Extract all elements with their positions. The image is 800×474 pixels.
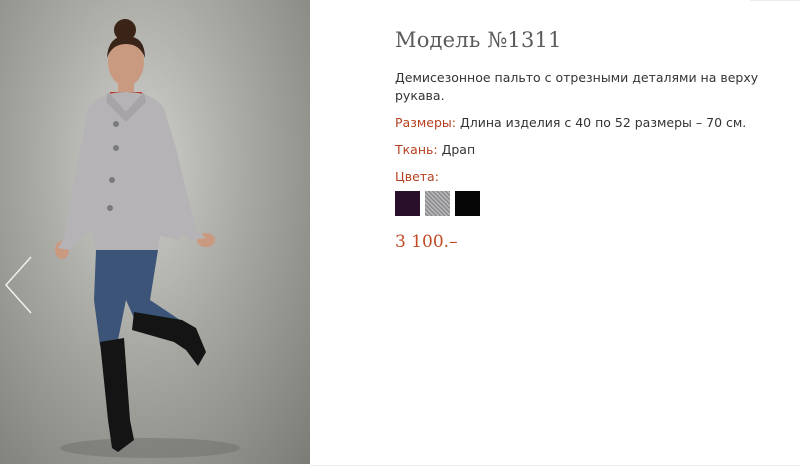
prev-image-button[interactable] [3, 255, 35, 315]
bottom-divider [310, 465, 800, 466]
product-photo [0, 0, 310, 464]
color-swatch-dark-purple[interactable] [395, 191, 420, 216]
product-description: Демисезонное пальто с отрезными деталями… [395, 70, 759, 103]
color-swatches [395, 191, 775, 216]
fabric-label: Ткань: [395, 142, 438, 157]
product-title: Модель №1311 [395, 28, 562, 52]
product-price: 3 100.– [395, 232, 458, 252]
chevron-left-icon [4, 256, 32, 314]
sizes-value: Длина изделия с 40 по 52 размеры – 70 см… [455, 115, 747, 130]
product-info: Модель №1311 Демисезонное пальто с отрез… [395, 28, 775, 252]
sizes-row: Размеры: Длина изделия с 40 по 52 размер… [395, 114, 775, 132]
fabric-value: Драп [437, 142, 476, 157]
color-swatch-black[interactable] [455, 191, 480, 216]
model-illustration [55, 19, 240, 458]
sizes-label: Размеры: [395, 115, 456, 130]
fabric-row: Ткань: Драп [395, 141, 775, 159]
color-swatch-grey-melange[interactable] [425, 191, 450, 216]
colors-label: Цвета: [395, 169, 439, 184]
top-right-divider [750, 0, 800, 1]
